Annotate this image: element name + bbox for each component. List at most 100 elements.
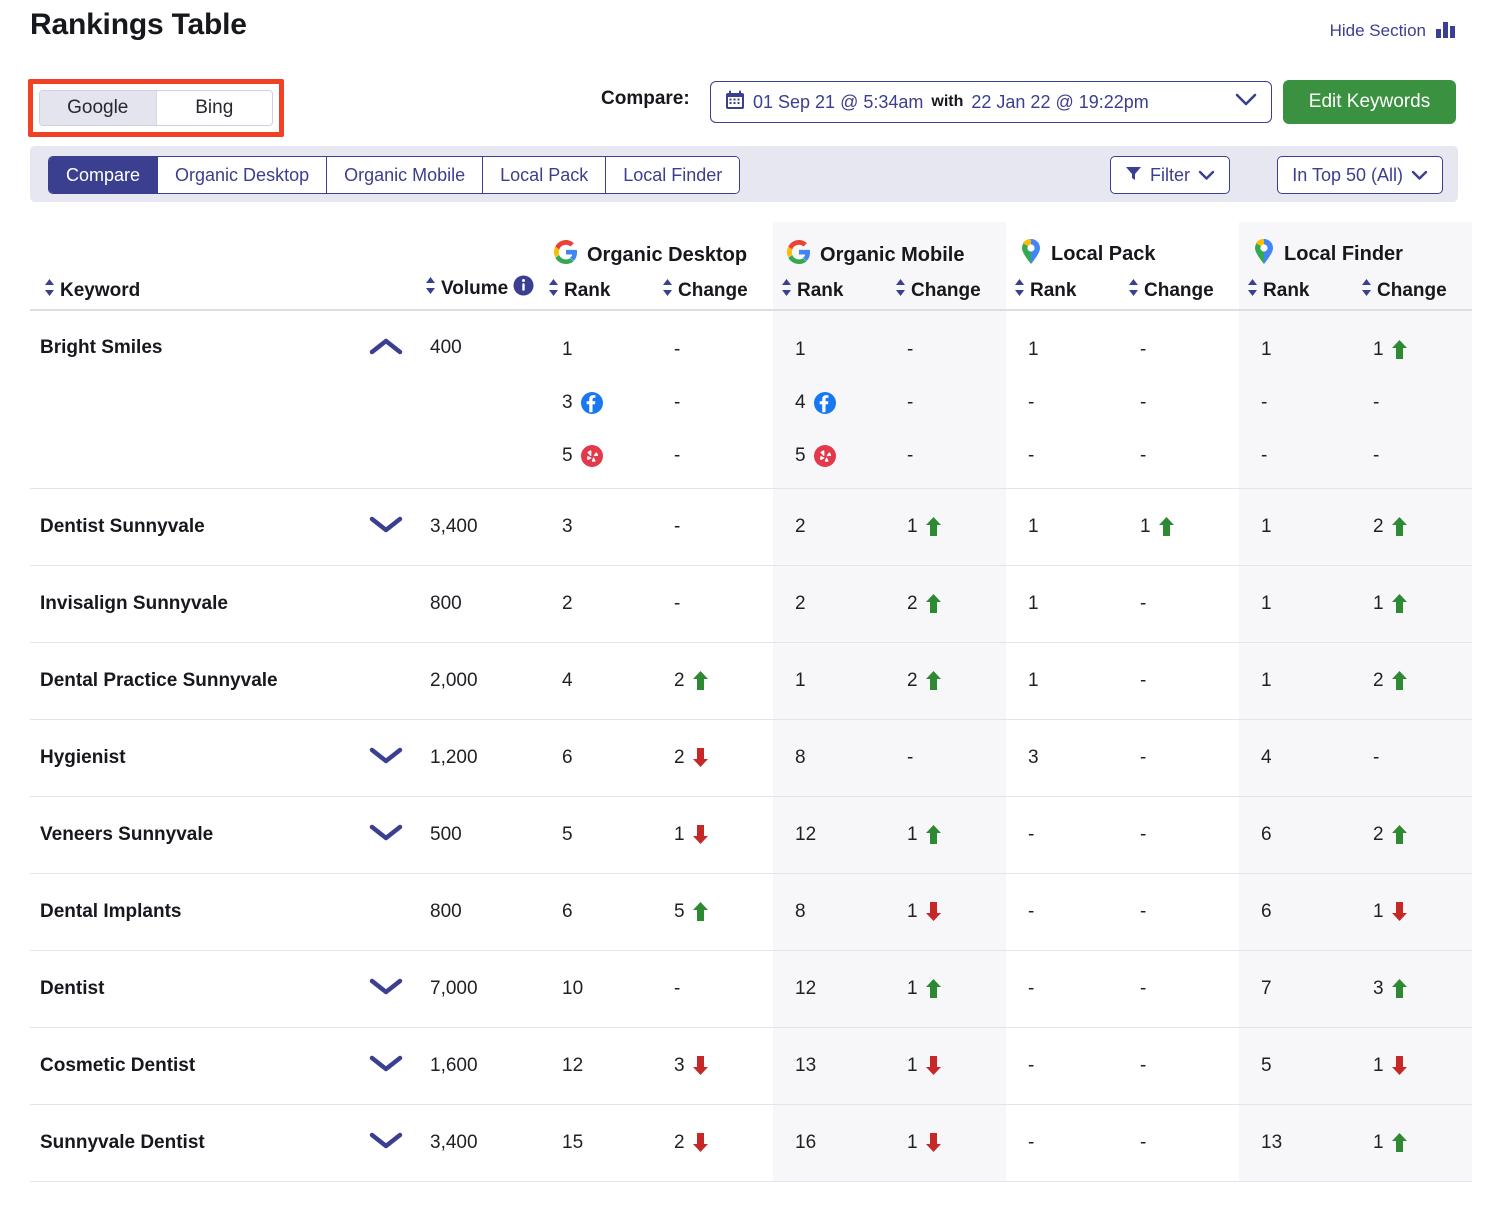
cell-local-finder-change: 2 [1357,488,1473,566]
compare-label: Compare: [601,88,690,109]
change-entry: 1 [1373,1116,1472,1169]
tab-organic-mobile[interactable]: Organic Mobile [327,157,484,193]
col-header-organic-desktop-rank[interactable]: Rank [540,270,658,311]
trend-down-icon [355,719,417,797]
table-body: Bright Smiles 400 1 3 5- - -1 4 5- - -1- - - - -1- -1- -… [30,310,1473,1182]
cell-organic-mobile-rank: 8 [773,873,892,951]
change-entry: 1 [907,1116,1006,1169]
cell-volume: 500 [417,796,540,874]
cell-local-finder-rank: 6 [1239,796,1358,874]
table-row[interactable]: Sunnyvale Dentist 3,400 15 2 16 1- -13 1 [30,1104,1473,1182]
cell-keyword: Invisalign Sunnyvale [30,565,355,643]
cell-organic-mobile-rank: 13 [773,1027,892,1105]
cell-organic-desktop-change: 2 [658,719,774,797]
change-entry: - [907,391,914,413]
rank-entry: 4 [562,669,573,691]
cell-local-pack-change: - [1124,1104,1240,1182]
col-header-organic-mobile-change[interactable]: Change [891,270,1007,311]
change-entry: 3 [674,1039,773,1092]
cell-volume: 3,400 [417,1104,540,1182]
change-entry: 1 [907,885,1006,938]
cell-volume: 3,400 [417,488,540,566]
edit-keywords-button[interactable]: Edit Keywords [1283,80,1456,124]
change-entry: - [1140,1054,1147,1076]
sort-updown-icon [895,279,906,302]
page-header: Rankings Table Hide Section [0,0,1489,62]
cell-local-pack-change: - [1124,1027,1240,1105]
change-entry: 1 [1140,500,1239,553]
change-entry: 3 [1373,962,1472,1015]
change-entry: - [1140,338,1147,360]
table-row[interactable]: Cosmetic Dentist 1,600 12 3 13 1- -5 1 [30,1027,1473,1105]
cell-volume: 2,000 [417,642,540,720]
info-icon[interactable] [513,275,534,302]
change-entry: - [1140,669,1147,691]
col-label: Rank [797,279,844,301]
tab-compare[interactable]: Compare [49,157,159,193]
search-engine-toggle[interactable]: Google Bing [39,90,273,126]
trend-down-icon [355,488,417,566]
sort-updown-icon [781,279,792,302]
sort-updown-icon [662,279,673,302]
col-header-keyword[interactable]: Keyword [30,270,355,311]
sort-updown-icon [1128,279,1139,302]
change-entry: 2 [674,654,773,707]
table-row[interactable]: Veneers Sunnyvale 500 5 1 12 1- -6 2 [30,796,1473,874]
table-row[interactable]: Invisalign Sunnyvale 800 2-2 2 1-1 1 [30,565,1473,643]
rank-entry: 8 [795,900,806,922]
cell-local-finder-rank: 1 - - [1239,310,1358,489]
hide-section-button[interactable]: Hide Section [1330,18,1457,43]
date-from: 01 Sep 21 @ 5:34am [753,91,924,112]
cell-local-pack-change: - [1124,565,1240,643]
google-g-icon [554,240,578,270]
change-entry: - [907,746,914,768]
filter-button[interactable]: Filter [1110,156,1230,194]
cell-local-pack-change: - - - [1124,310,1240,489]
engine-tab-google[interactable]: Google [40,91,157,125]
cell-organic-desktop-rank: 4 [540,642,658,720]
col-header-volume[interactable]: Volume [417,270,540,311]
col-header-organic-mobile-rank[interactable]: Rank [773,270,892,311]
rank-entry: - [1028,391,1035,413]
col-header-local-finder-change[interactable]: Change [1357,270,1473,311]
table-row[interactable]: Dental Practice Sunnyvale 2,000 4 2 1 2 1-1 2 [30,642,1473,720]
tab-local-finder[interactable]: Local Finder [606,157,740,193]
cell-local-finder-rank: 5 [1239,1027,1358,1105]
table-row[interactable]: Dentist 7,000 10-12 1- -7 3 [30,950,1473,1028]
group-label: Organic Mobile [820,243,965,266]
table-row[interactable]: Dentist Sunnyvale 3,400 3-2 1 1 1 1 2 [30,488,1473,566]
change-entry: - [907,444,914,466]
change-entry: 1 [1373,1039,1472,1092]
table-row[interactable]: Hygienist 1,200 6 2 8 - 3 - 4 - [30,719,1473,797]
table-row[interactable]: Dental Implants 800 6 5 8 1- -6 1 [30,873,1473,951]
tab-organic-desktop[interactable]: Organic Desktop [158,157,328,193]
tab-local-pack[interactable]: Local Pack [483,157,607,193]
col-header-local-finder-rank[interactable]: Rank [1239,270,1358,311]
date-range-picker[interactable]: 01 Sep 21 @ 5:34am with 22 Jan 22 @ 19:2… [710,81,1272,123]
rank-entry: 13 [1261,1131,1283,1153]
google-maps-pin-icon [1253,238,1275,270]
date-to: 22 Jan 22 @ 19:22pm [971,91,1149,112]
rankings-table-page: Rankings Table Hide Section Google Bing … [0,0,1489,1224]
cell-organic-mobile-change: 2 [891,642,1007,720]
cell-local-finder-change: 1 - - [1357,310,1473,489]
rank-entry: 1 [795,338,806,360]
rank-entry: - [1028,444,1035,466]
cell-organic-desktop-change: - [658,950,774,1028]
cell-organic-mobile-rank: 8 [773,719,892,797]
rank-entry: 3 [562,515,573,537]
rank-entry: 7 [1261,977,1272,999]
top-filter-dropdown[interactable]: In Top 50 (All) [1277,156,1443,194]
cell-organic-desktop-rank: 6 [540,873,658,951]
table-row[interactable]: Bright Smiles 400 1 3 5- - -1 4 5- - -1- - - - -1- -1- - [30,310,1473,489]
rank-entry: 5 [562,823,573,845]
cell-organic-mobile-change: 1 [891,1104,1007,1182]
hide-section-label: Hide Section [1329,20,1426,40]
cell-local-pack-rank: - [1006,796,1125,874]
chevron-down-icon [1235,93,1257,112]
col-header-organic-desktop-change[interactable]: Change [658,270,774,311]
cell-keyword: Dentist Sunnyvale [30,488,355,566]
col-header-local-pack-rank[interactable]: Rank [1006,270,1125,311]
col-header-local-pack-change[interactable]: Change [1124,270,1240,311]
engine-tab-bing[interactable]: Bing [156,91,272,125]
